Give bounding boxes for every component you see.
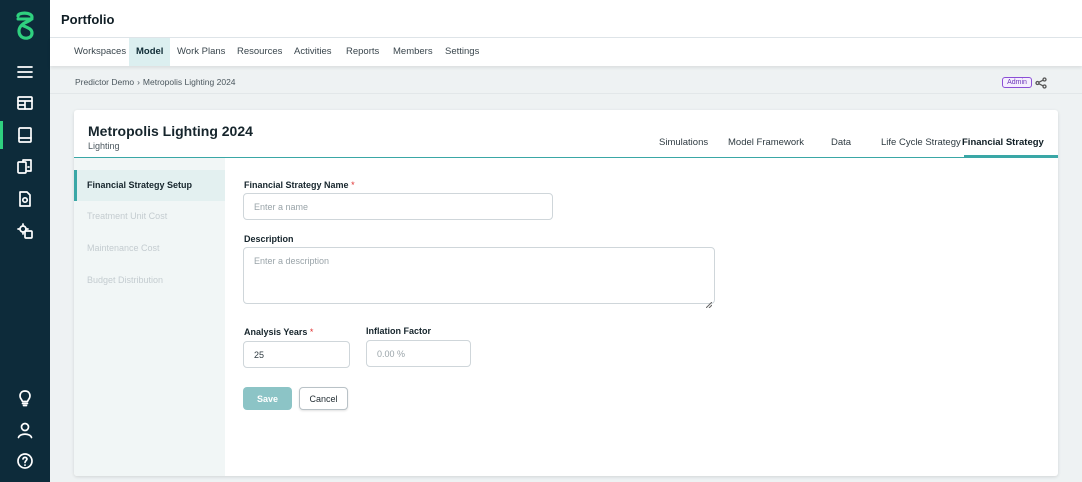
help-icon[interactable] bbox=[13, 449, 37, 473]
description-label: Description bbox=[244, 234, 294, 244]
breadcrumb-row: Predictor Demo › Metropolis Lighting 2024 … bbox=[50, 70, 1082, 94]
role-badge: Admin bbox=[1002, 77, 1032, 88]
side-menu: Financial Strategy Setup Treatment Unit … bbox=[74, 158, 225, 476]
analysis-years-label: Analysis Years * bbox=[244, 327, 313, 337]
files-icon[interactable] bbox=[13, 155, 37, 179]
analysis-years-label-text: Analysis Years bbox=[244, 327, 308, 337]
page-subtitle: Lighting bbox=[88, 141, 120, 151]
menu-icon[interactable] bbox=[13, 60, 37, 84]
inflation-factor-label: Inflation Factor bbox=[366, 326, 431, 336]
rail-active-indicator bbox=[0, 121, 3, 149]
cancel-button[interactable]: Cancel bbox=[299, 387, 348, 410]
name-label: Financial Strategy Name * bbox=[244, 180, 355, 190]
layout-icon[interactable] bbox=[13, 91, 37, 115]
settings-gear-icon[interactable] bbox=[13, 219, 37, 243]
app-title: Portfolio bbox=[61, 12, 115, 27]
model-icon[interactable] bbox=[13, 123, 37, 147]
tab-data[interactable]: Data bbox=[831, 137, 851, 148]
lightbulb-icon[interactable] bbox=[13, 386, 37, 410]
share-icon[interactable] bbox=[1035, 76, 1047, 89]
tab-model-framework[interactable]: Model Framework bbox=[728, 137, 804, 148]
tab-life-cycle-strategy[interactable]: Life Cycle Strategy bbox=[881, 137, 961, 148]
required-mark: * bbox=[351, 180, 355, 190]
name-label-text: Financial Strategy Name bbox=[244, 180, 349, 190]
breadcrumb: Predictor Demo › Metropolis Lighting 2024 bbox=[75, 77, 236, 87]
tab-financial-strategy[interactable]: Financial Strategy bbox=[962, 137, 1044, 148]
top-header: Portfolio bbox=[50, 0, 1082, 38]
save-button[interactable]: Save bbox=[243, 387, 292, 410]
resize-handle-icon[interactable] bbox=[705, 295, 713, 309]
user-icon[interactable] bbox=[13, 418, 37, 442]
breadcrumb-separator: › bbox=[137, 77, 140, 87]
active-tab-indicator bbox=[964, 155, 1058, 158]
side-item-financial-strategy-setup[interactable]: Financial Strategy Setup bbox=[74, 170, 225, 201]
left-rail bbox=[0, 0, 50, 482]
nav-activities[interactable]: Activities bbox=[287, 38, 338, 66]
nav-resources[interactable]: Resources bbox=[230, 38, 289, 66]
nav-work-plans[interactable]: Work Plans bbox=[170, 38, 232, 66]
description-textarea[interactable] bbox=[243, 247, 715, 304]
nav-workspaces[interactable]: Workspaces bbox=[67, 38, 133, 66]
logo-icon[interactable] bbox=[10, 10, 40, 42]
nav-settings[interactable]: Settings bbox=[438, 38, 486, 66]
document-icon[interactable] bbox=[13, 187, 37, 211]
side-item-maintenance-cost[interactable]: Maintenance Cost bbox=[74, 233, 225, 264]
page-title: Metropolis Lighting 2024 bbox=[88, 123, 253, 139]
card-header: Metropolis Lighting 2024 Lighting Simula… bbox=[74, 110, 1058, 158]
side-item-budget-distribution[interactable]: Budget Distribution bbox=[74, 265, 225, 296]
inflation-factor-input[interactable] bbox=[366, 340, 471, 367]
breadcrumb-root[interactable]: Predictor Demo bbox=[75, 77, 134, 87]
nav-reports[interactable]: Reports bbox=[339, 38, 386, 66]
main-nav: Workspaces Model Work Plans Resources Ac… bbox=[50, 38, 1082, 66]
model-card: Metropolis Lighting 2024 Lighting Simula… bbox=[74, 110, 1058, 476]
analysis-years-input[interactable] bbox=[243, 341, 350, 368]
breadcrumb-current: Metropolis Lighting 2024 bbox=[142, 77, 236, 87]
tab-simulations[interactable]: Simulations bbox=[659, 137, 708, 148]
required-mark: * bbox=[309, 327, 314, 337]
nav-members[interactable]: Members bbox=[386, 38, 440, 66]
nav-model[interactable]: Model bbox=[129, 38, 171, 66]
strategy-name-input[interactable] bbox=[243, 193, 553, 220]
side-item-treatment-unit-cost[interactable]: Treatment Unit Cost bbox=[74, 201, 225, 232]
